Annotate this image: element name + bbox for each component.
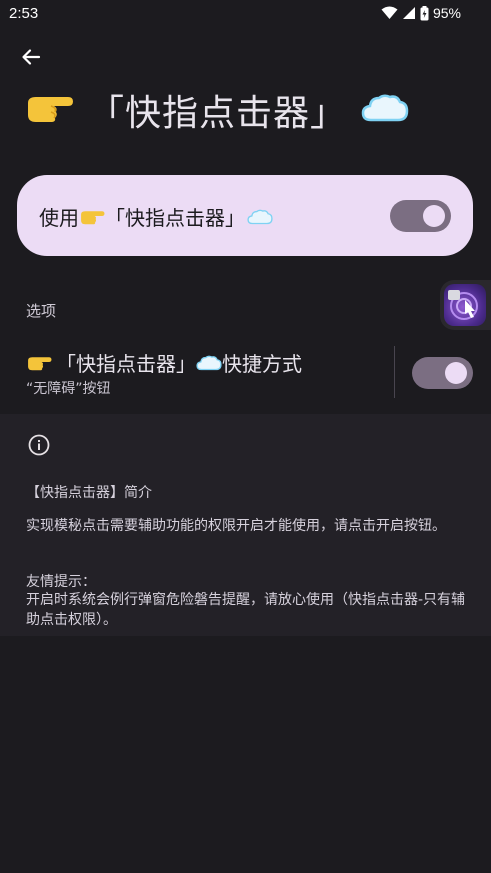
- status-icons: 95%: [381, 5, 461, 21]
- shortcut-suffix: 快捷方式: [222, 352, 302, 376]
- floating-shortcut-button[interactable]: [440, 280, 491, 330]
- shortcut-app-name: 「快指点击器」: [56, 352, 196, 376]
- pointing-hand-emoji: [81, 210, 105, 224]
- tip-body: 开启时系统会例行弹窗危险磐告提醒，请放心使用（快指点击器-只有辅助点击权限）。: [26, 592, 466, 628]
- tip-title: 友情提示：: [26, 574, 96, 590]
- wifi-icon: [381, 6, 398, 19]
- intro-body: 实现模秘点击需要辅助功能的权限开启才能使用，请点击开启按钮。: [26, 518, 446, 534]
- switch-knob: [423, 205, 445, 227]
- shortcut-switch[interactable]: [412, 357, 473, 389]
- section-title-options: 选项: [26, 302, 57, 320]
- status-bar: 2:53 95%: [0, 0, 491, 28]
- enable-service-switch[interactable]: [390, 200, 451, 232]
- back-button[interactable]: [18, 44, 44, 70]
- info-icon: [28, 434, 50, 456]
- signal-icon: [402, 7, 415, 19]
- info-panel: 【快指点击器】简介 实现模秘点击需要辅助功能的权限开启才能使用，请点击开启按钮。…: [0, 414, 491, 636]
- shortcut-title: 「快指点击器」 快捷方式: [26, 348, 302, 377]
- enable-service-card[interactable]: 使用 「快指点击器」: [17, 175, 473, 256]
- enable-service-label: 使用 「快指点击器」: [39, 202, 273, 231]
- cloud-emoji: [361, 92, 409, 128]
- switch-knob: [445, 362, 467, 384]
- status-time: 2:53: [9, 5, 39, 22]
- intro-title: 【快指点击器】简介: [26, 485, 152, 501]
- pointing-hand-emoji: [28, 356, 52, 370]
- enable-app-name: 「快指点击器」: [105, 206, 245, 230]
- row-divider: [394, 346, 395, 398]
- cloud-emoji: [247, 209, 273, 224]
- battery-icon: [420, 5, 429, 20]
- cloud-emoji: [196, 355, 222, 370]
- shortcut-subtitle: “无障碍”按钮: [26, 381, 111, 397]
- tap-hand-icon: [444, 284, 486, 326]
- enable-prefix: 使用: [39, 206, 79, 230]
- shortcut-setting-row[interactable]: 「快指点击器」 快捷方式 “无障碍”按钮: [0, 340, 491, 406]
- pointing-hand-emoji: [24, 91, 74, 129]
- page-header: 「快指点击器」: [24, 80, 409, 140]
- page-title: 「快指点击器」: [88, 93, 348, 134]
- arrow-back-icon: [22, 49, 41, 65]
- battery-percent: 95%: [432, 5, 461, 21]
